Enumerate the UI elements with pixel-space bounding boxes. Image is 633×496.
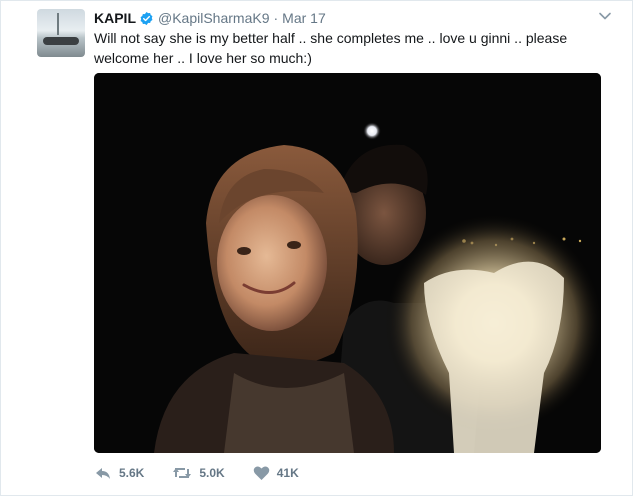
heart-icon [253, 466, 269, 480]
tweet-card[interactable]: KAPIL @KapilSharmaK9 · Mar 17 Will not s… [0, 0, 633, 496]
tweet-text: Will not say she is my better half .. sh… [94, 30, 568, 66]
tweet-actions: 5.6K 5.0K 41K [94, 463, 327, 483]
reply-button[interactable]: 5.6K [94, 465, 144, 481]
retweet-icon [173, 468, 192, 478]
tweet-photo[interactable] [94, 73, 601, 453]
avatar-figure [43, 37, 79, 45]
like-button[interactable]: 41K [253, 465, 299, 481]
reply-icon [96, 468, 110, 479]
chevron-down-icon[interactable] [598, 9, 612, 23]
display-name[interactable]: KAPIL [94, 10, 136, 26]
reply-count: 5.6K [119, 466, 145, 480]
avatar-background [57, 13, 59, 35]
avatar[interactable] [37, 9, 85, 57]
verified-badge-icon [139, 11, 154, 26]
tweet-date[interactable]: Mar 17 [282, 10, 326, 26]
retweet-count: 5.0K [199, 466, 225, 480]
retweet-button[interactable]: 5.0K [172, 465, 225, 481]
like-count: 41K [276, 466, 299, 480]
user-handle[interactable]: @KapilSharmaK9 [158, 10, 270, 26]
tweet-header: KAPIL @KapilSharmaK9 · Mar 17 [94, 8, 326, 28]
separator-dot: · [273, 10, 279, 26]
